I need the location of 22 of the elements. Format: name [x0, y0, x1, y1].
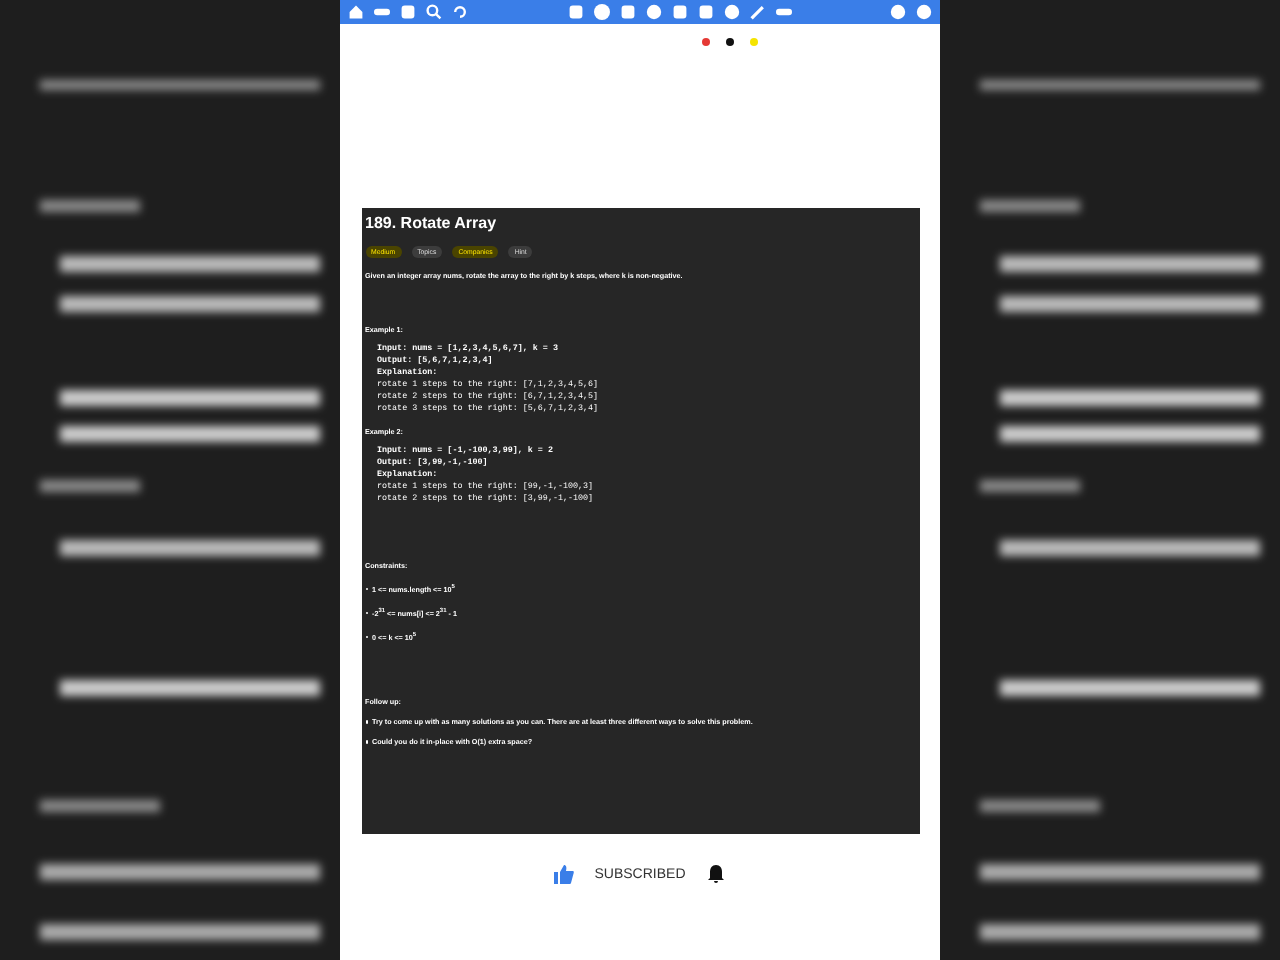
square-icon[interactable]: [400, 4, 416, 20]
square-icon[interactable]: [697, 4, 713, 20]
square-icon[interactable]: [619, 4, 635, 20]
square-icon[interactable]: [671, 4, 687, 20]
thumbs-up-icon[interactable]: [554, 864, 575, 884]
circle-icon[interactable]: [593, 4, 609, 20]
color-dot[interactable]: [702, 38, 710, 46]
color-dot[interactable]: [726, 38, 734, 46]
circle-icon[interactable]: [890, 4, 906, 20]
square-icon[interactable]: [567, 4, 583, 20]
circle-icon[interactable]: [916, 4, 932, 20]
pen-icon[interactable]: [749, 4, 765, 20]
undo-icon[interactable]: [452, 4, 468, 20]
circle-icon[interactable]: [645, 4, 661, 20]
bell-icon[interactable]: [705, 864, 726, 884]
search-icon[interactable]: [426, 4, 442, 20]
circle-icon[interactable]: [723, 4, 739, 20]
color-dot[interactable]: [750, 38, 758, 46]
home-icon[interactable]: [348, 4, 364, 20]
pill-icon[interactable]: [374, 4, 390, 20]
problem-title: 189. Rotate Array: [365, 214, 499, 236]
pill-icon[interactable]: [775, 4, 791, 20]
